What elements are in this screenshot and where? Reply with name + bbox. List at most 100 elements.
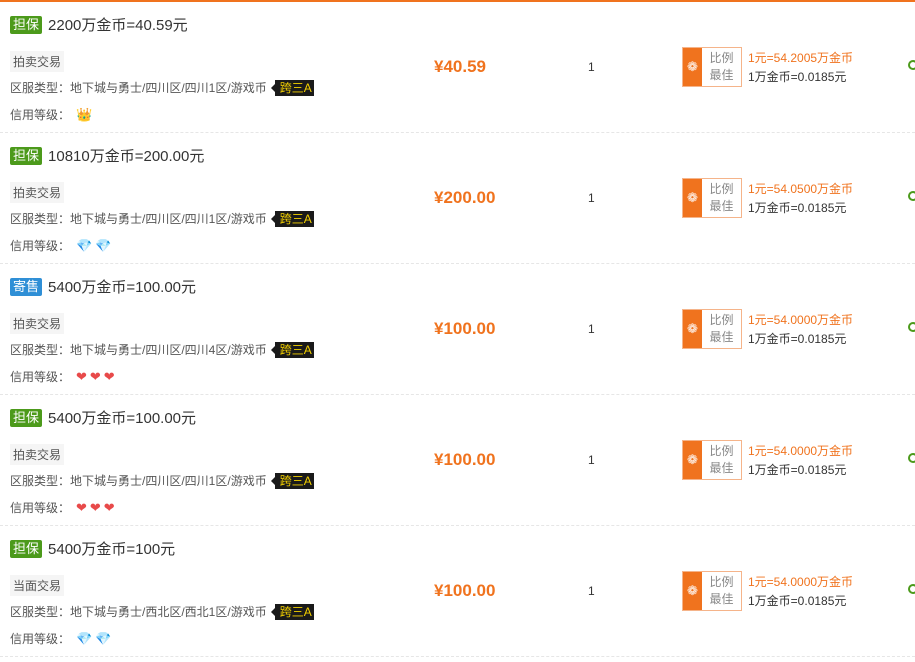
trade-badge: 担保 <box>10 408 43 427</box>
credit-label: 信用等级： <box>10 108 71 122</box>
medal-icon: ❁ <box>683 441 702 479</box>
ratio-label: 比例 <box>709 313 734 327</box>
exchange-rates: 1元=54.0000万金币 1万金币=0.0185元 <box>748 442 853 480</box>
refresh-icon[interactable] <box>908 191 915 205</box>
listing-title-text[interactable]: 5400万金币=100.00元 <box>48 407 196 428</box>
ratio-label: 比例 <box>709 51 734 65</box>
listing-title[interactable]: 担保 5400万金币=100元 <box>10 538 175 559</box>
best-ratio-badge: ❁ 比例 最佳 <box>682 47 742 87</box>
cross-server-tag: 跨三A <box>270 210 314 227</box>
listing-title[interactable]: 担保 5400万金币=100.00元 <box>10 407 196 428</box>
credit-level: 信用等级： 💎💎 <box>10 237 114 254</box>
trade-badge: 担保 <box>10 15 43 34</box>
server-info: 区服类型： 地下城与勇士/四川区/四川4区/游戏币 跨三A <box>10 341 314 358</box>
price: ¥100.00 <box>434 319 496 338</box>
listing-row[interactable]: 担保 5400万金币=100元 当面交易 区服类型： 地下城与勇士/西北区/西北… <box>0 526 915 657</box>
credit-level: 信用等级： 💎💎 <box>10 630 114 647</box>
best-ratio-text: 比例 最佳 <box>702 441 741 479</box>
rate-per-yuan: 1元=54.2005万金币 <box>748 51 854 65</box>
diamond-icon: 💎💎 <box>76 237 115 253</box>
trade-type-tag: 拍卖交易 <box>10 313 65 334</box>
best-label: 最佳 <box>709 461 734 475</box>
best-ratio-badge: ❁ 比例 最佳 <box>682 178 742 218</box>
quantity: 1 <box>588 584 595 598</box>
credit-label: 信用等级： <box>10 501 71 515</box>
credit-level: 信用等级： ❤❤❤ <box>10 499 118 516</box>
quantity: 1 <box>588 191 595 205</box>
server-label: 区服类型： <box>10 605 71 619</box>
exchange-rates: 1元=54.0000万金币 1万金币=0.0185元 <box>748 311 853 349</box>
rate-per-gold: 1万金币=0.0185元 <box>748 201 847 215</box>
best-ratio-text: 比例 最佳 <box>702 572 741 610</box>
trade-badge: 担保 <box>10 146 43 165</box>
crown-icon: 👑 <box>76 106 96 122</box>
exchange-rates: 1元=54.2005万金币 1万金币=0.0185元 <box>748 49 853 87</box>
server-info: 区服类型： 地下城与勇士/四川区/四川1区/游戏币 跨三A <box>10 472 314 489</box>
ratio-label: 比例 <box>709 575 734 589</box>
cross-server-tag: 跨三A <box>270 472 314 489</box>
best-label: 最佳 <box>709 330 734 344</box>
credit-label: 信用等级： <box>10 632 71 646</box>
listing-row[interactable]: 寄售 5400万金币=100.00元 拍卖交易 区服类型： 地下城与勇士/四川区… <box>0 264 915 395</box>
listing-title[interactable]: 寄售 5400万金币=100.00元 <box>10 276 196 297</box>
trade-type-tag: 拍卖交易 <box>10 444 65 465</box>
listing-title-text[interactable]: 5400万金币=100.00元 <box>48 276 196 297</box>
best-ratio-text: 比例 最佳 <box>702 179 741 217</box>
listing-title-text[interactable]: 2200万金币=40.59元 <box>48 14 188 35</box>
refresh-icon[interactable] <box>908 322 915 336</box>
medal-icon: ❁ <box>683 572 702 610</box>
listing-row[interactable]: 担保 2200万金币=40.59元 拍卖交易 区服类型： 地下城与勇士/四川区/… <box>0 2 915 133</box>
diamond-icon: 💎💎 <box>76 630 115 646</box>
best-label: 最佳 <box>709 592 734 606</box>
best-label: 最佳 <box>709 68 734 82</box>
exchange-rates: 1元=54.0500万金币 1万金币=0.0185元 <box>748 180 853 218</box>
best-ratio-badge: ❁ 比例 最佳 <box>682 309 742 349</box>
cross-server-tag: 跨三A <box>270 603 314 620</box>
server-value: 地下城与勇士/四川区/四川4区/游戏币 <box>70 343 267 357</box>
trade-badge: 寄售 <box>10 277 43 296</box>
listing-row[interactable]: 担保 5400万金币=100.00元 拍卖交易 区服类型： 地下城与勇士/四川区… <box>0 395 915 526</box>
trade-badge: 担保 <box>10 539 43 558</box>
listing-title-text[interactable]: 5400万金币=100元 <box>48 538 175 559</box>
server-value: 地下城与勇士/四川区/四川1区/游戏币 <box>70 474 267 488</box>
best-ratio-text: 比例 最佳 <box>702 48 741 86</box>
medal-icon: ❁ <box>683 310 702 348</box>
listing-row[interactable]: 担保 10810万金币=200.00元 拍卖交易 区服类型： 地下城与勇士/四川… <box>0 133 915 264</box>
refresh-icon[interactable] <box>908 584 915 598</box>
listing-title-text[interactable]: 10810万金币=200.00元 <box>48 145 204 166</box>
listing-title[interactable]: 担保 10810万金币=200.00元 <box>10 145 204 166</box>
rate-per-yuan: 1元=54.0000万金币 <box>748 313 854 327</box>
server-label: 区服类型： <box>10 212 71 226</box>
rate-per-yuan: 1元=54.0000万金币 <box>748 575 854 589</box>
server-value: 地下城与勇士/四川区/四川1区/游戏币 <box>70 212 267 226</box>
ratio-label: 比例 <box>709 444 734 458</box>
server-info: 区服类型： 地下城与勇士/西北区/西北1区/游戏币 跨三A <box>10 603 314 620</box>
price: ¥100.00 <box>434 581 496 600</box>
credit-label: 信用等级： <box>10 239 71 253</box>
rate-per-gold: 1万金币=0.0185元 <box>748 463 847 477</box>
cross-server-tag: 跨三A <box>270 79 314 96</box>
best-ratio-text: 比例 最佳 <box>702 310 741 348</box>
credit-level: 信用等级： 👑 <box>10 106 95 123</box>
server-value: 地下城与勇士/四川区/四川1区/游戏币 <box>70 81 267 95</box>
cross-server-tag: 跨三A <box>270 341 314 358</box>
quantity: 1 <box>588 322 595 336</box>
quantity: 1 <box>588 453 595 467</box>
price: ¥40.59 <box>434 57 486 76</box>
listing-title[interactable]: 担保 2200万金币=40.59元 <box>10 14 188 35</box>
rate-per-gold: 1万金币=0.0185元 <box>748 332 847 346</box>
credit-level: 信用等级： ❤❤❤ <box>10 368 118 385</box>
best-ratio-badge: ❁ 比例 最佳 <box>682 571 742 611</box>
rate-per-gold: 1万金币=0.0185元 <box>748 594 847 608</box>
trade-type-tag: 拍卖交易 <box>10 182 65 203</box>
refresh-icon[interactable] <box>908 60 915 74</box>
best-ratio-badge: ❁ 比例 最佳 <box>682 440 742 480</box>
rate-per-yuan: 1元=54.0000万金币 <box>748 444 854 458</box>
trade-type-tag: 拍卖交易 <box>10 51 65 72</box>
heart-icon: ❤❤❤ <box>76 368 118 384</box>
server-label: 区服类型： <box>10 343 71 357</box>
credit-label: 信用等级： <box>10 370 71 384</box>
refresh-icon[interactable] <box>908 453 915 467</box>
medal-icon: ❁ <box>683 48 702 86</box>
price: ¥100.00 <box>434 450 496 469</box>
